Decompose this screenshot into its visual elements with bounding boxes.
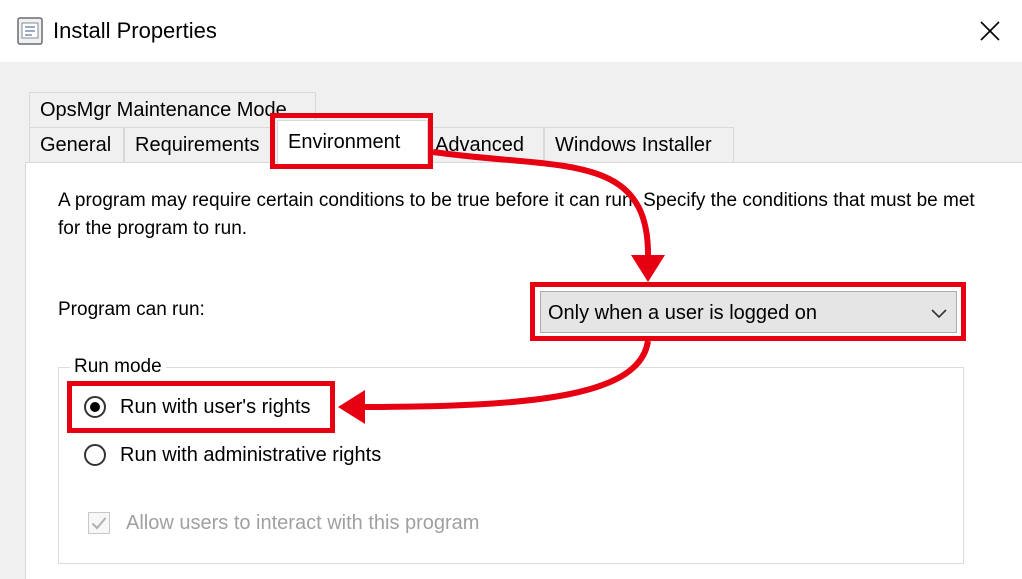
- tab-requirements[interactable]: Requirements: [124, 127, 274, 163]
- dropdown-selected-value: Only when a user is logged on: [548, 302, 818, 324]
- close-button[interactable]: [966, 8, 1014, 54]
- tab-environment[interactable]: Environment: [277, 120, 428, 164]
- run-with-user-rights-option[interactable]: Run with user's rights: [84, 393, 311, 421]
- tab-advanced[interactable]: Advanced: [428, 127, 544, 163]
- environment-description: A program may require certain conditions…: [58, 190, 975, 239]
- program-can-run-label: Program can run:: [58, 299, 205, 320]
- properties-sheet-icon: [17, 17, 43, 45]
- allow-interact-checkbox-row: Allow users to interact with this progra…: [88, 509, 479, 537]
- run-mode-label: Run mode: [70, 353, 166, 381]
- radio-label: Run with user's rights: [120, 396, 311, 418]
- tab-windows-installer[interactable]: Windows Installer: [544, 127, 734, 163]
- tab-opsmgr-maintenance-mode[interactable]: OpsMgr Maintenance Mode: [29, 92, 316, 128]
- allow-interact-label: Allow users to interact with this progra…: [126, 512, 480, 534]
- close-icon: [980, 21, 1000, 41]
- tab-general[interactable]: General: [29, 127, 124, 163]
- window-title: Install Properties: [53, 18, 217, 43]
- title-bar: Install Properties: [0, 0, 1022, 62]
- run-with-admin-rights-option[interactable]: Run with administrative rights: [84, 441, 381, 469]
- program-can-run-dropdown[interactable]: Only when a user is logged on: [540, 291, 957, 333]
- radio-label: Run with administrative rights: [120, 444, 382, 466]
- radio-button-checked[interactable]: [84, 396, 106, 418]
- allow-interact-checkbox: [88, 512, 110, 534]
- chevron-down-icon: [930, 304, 948, 322]
- checkmark-icon: [91, 517, 107, 530]
- install-properties-dialog: Install Properties OpsMgr Maintenance Mo…: [0, 0, 1022, 579]
- radio-button-unchecked[interactable]: [84, 444, 106, 466]
